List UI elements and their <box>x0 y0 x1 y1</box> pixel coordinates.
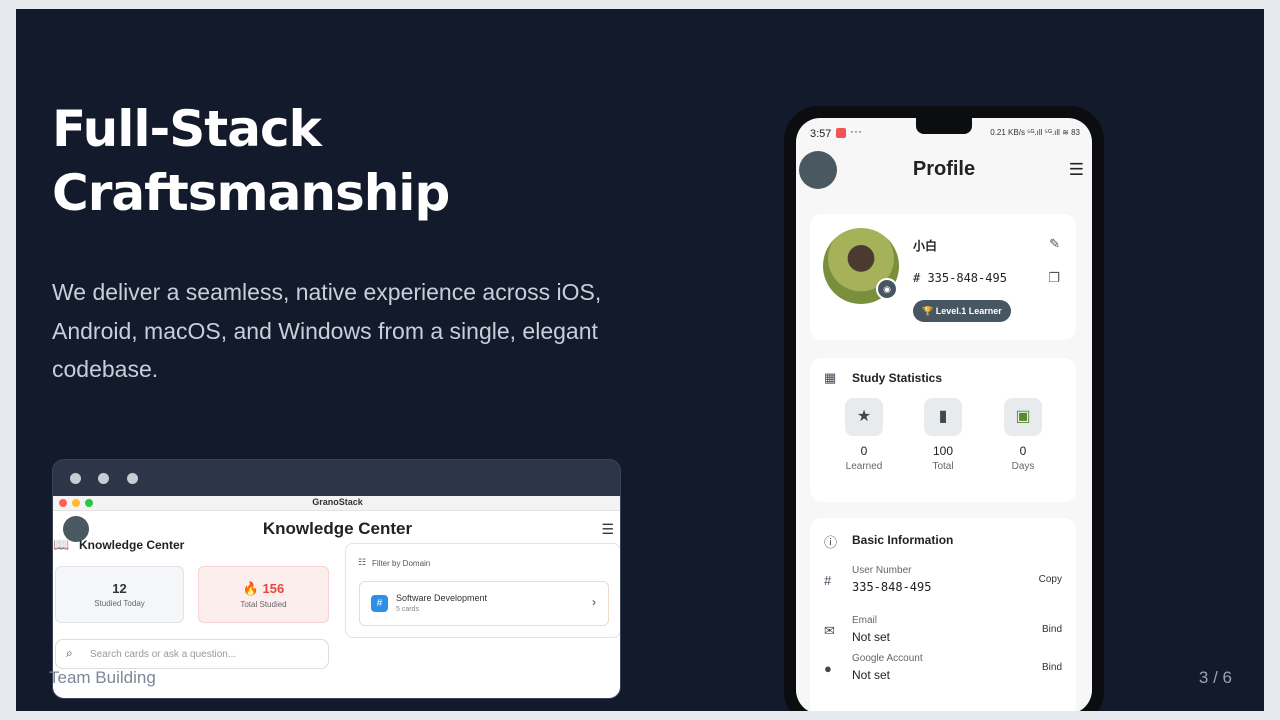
section-title: Knowledge Center <box>79 538 185 552</box>
desktop-mockup: GranoStack Knowledge Center ☰ 📖 Knowledg… <box>52 459 621 699</box>
info-label: User Number <box>852 565 912 576</box>
menu-icon[interactable]: ☰ <box>1069 160 1084 180</box>
stat-value: 0 <box>860 444 868 458</box>
stat-label: Total Studied <box>240 600 287 609</box>
copy-icon[interactable]: ❐ <box>1048 270 1060 286</box>
domain-item[interactable]: # Software Development 5 cards › <box>359 581 609 626</box>
stat-label: Learned <box>845 461 883 472</box>
stat-label: Total <box>932 461 954 472</box>
domain-count: 5 cards <box>396 606 419 613</box>
user-id-value: 335-848-495 <box>927 271 1007 285</box>
bind-email-button[interactable]: Bind <box>1042 624 1062 635</box>
title-line-2: Craftsmanship <box>52 164 450 222</box>
phone-mockup: 3:57 ··· 0.21 KB/s ⁵ᴳ.ıll ⁵ᴳ.ıll ≋ 83 Pr… <box>784 106 1104 711</box>
mockup-window-bar <box>53 460 620 496</box>
header-title: Knowledge Center <box>262 519 413 538</box>
window-dot-icon <box>127 473 138 484</box>
status-time: 3:57 <box>810 128 832 140</box>
study-statistics-card: ▦ Study Statistics ★ 0 Learned ▮ 100 Tot… <box>810 358 1076 502</box>
hashtag-icon: # <box>824 573 832 588</box>
page-title: Profile <box>912 158 976 180</box>
slide-title: Full-Stack Craftsmanship <box>52 97 450 225</box>
star-icon: ★ <box>845 398 883 436</box>
stat-label: Studied Today <box>94 599 145 608</box>
camera-icon[interactable]: ◉ <box>876 278 898 300</box>
search-input[interactable]: ⌕ Search cards or ask a question... <box>55 639 329 669</box>
filter-icon: ☷ <box>358 557 367 567</box>
profile-card: ◉ 小白 ✎ # 335-848-495 ❐ 🏆 Level.1 Learner <box>810 214 1076 340</box>
info-value: Not set <box>852 630 891 644</box>
user-name: 小白 <box>913 239 938 253</box>
window-dot-icon <box>70 473 81 484</box>
slide: Full-Stack Craftsmanship We deliver a se… <box>16 9 1264 711</box>
account-icon: ● <box>824 661 832 676</box>
stat-days: ▣ 0 Days <box>993 398 1053 472</box>
phone-screen: 3:57 ··· 0.21 KB/s ⁵ᴳ.ıll ⁵ᴳ.ıll ≋ 83 Pr… <box>796 118 1092 711</box>
info-icon: ⓘ <box>824 535 838 550</box>
mac-titlebar: GranoStack <box>53 496 620 511</box>
filter-label: Filter by Domain <box>372 559 431 568</box>
title-line-1: Full-Stack <box>52 100 322 158</box>
chevron-right-icon: › <box>592 595 596 609</box>
slide-subtitle: We deliver a seamless, native experience… <box>52 279 602 382</box>
footer-label: Team Building <box>49 668 156 687</box>
page-indicator: 3 / 6 <box>1198 668 1232 687</box>
chart-icon: ▦ <box>824 370 837 385</box>
user-id: # 335-848-495 <box>913 271 1007 285</box>
stat-value: 0 <box>1019 444 1027 458</box>
stat-total: ▮ 100 Total <box>913 398 973 472</box>
mail-icon: ✉ <box>824 623 835 638</box>
book-icon: ▮ <box>924 398 962 436</box>
calendar-icon: ▣ <box>1004 398 1042 436</box>
info-row-google: ● Google Account Not set Bind <box>810 653 1076 693</box>
menu-icon[interactable]: ☰ <box>601 521 614 538</box>
info-row-email: ✉ Email Not set Bind <box>810 615 1076 655</box>
edit-icon[interactable]: ✎ <box>1049 236 1060 252</box>
book-icon: 📖 <box>53 537 70 552</box>
window-title: GranoStack <box>312 497 363 507</box>
stat-card-today: 12 Studied Today <box>55 566 184 623</box>
stat-card-total: 🔥 156 Total Studied <box>198 566 329 623</box>
info-label: Google Account <box>852 653 923 664</box>
info-row-user-number: # User Number 335-848-495 Copy <box>810 565 1076 605</box>
stat-value: 12 <box>112 581 127 596</box>
stat-value: 100 <box>932 444 954 458</box>
domain-name: Software Development <box>396 593 488 603</box>
info-value: Not set <box>852 668 891 682</box>
phone-notch <box>916 118 972 134</box>
basic-info-card: ⓘ Basic Information # User Number 335-84… <box>810 518 1076 711</box>
stat-value: 🔥 156 <box>242 581 285 596</box>
section-title: Study Statistics <box>852 371 943 385</box>
status-indicators: 0.21 KB/s ⁵ᴳ.ıll ⁵ᴳ.ıll ≋ 83 <box>990 128 1080 137</box>
info-label: Email <box>852 615 878 626</box>
bind-google-button[interactable]: Bind <box>1042 662 1062 673</box>
stat-learned: ★ 0 Learned <box>834 398 894 472</box>
section-title: Basic Information <box>852 533 954 547</box>
level-badge: 🏆 Level.1 Learner <box>913 300 1011 322</box>
more-dots-icon: ··· <box>850 124 862 138</box>
stat-label: Days <box>1011 461 1035 472</box>
search-icon: ⌕ <box>66 646 73 660</box>
search-placeholder: Search cards or ask a question... <box>90 649 237 660</box>
info-value: 335-848-495 <box>852 580 932 594</box>
hashtag-icon: # <box>371 595 388 612</box>
copy-button[interactable]: Copy <box>1039 574 1062 585</box>
filter-card: ☷ Filter by Domain # Software Developmen… <box>345 543 620 638</box>
recording-icon <box>836 128 846 138</box>
window-dot-icon <box>98 473 109 484</box>
